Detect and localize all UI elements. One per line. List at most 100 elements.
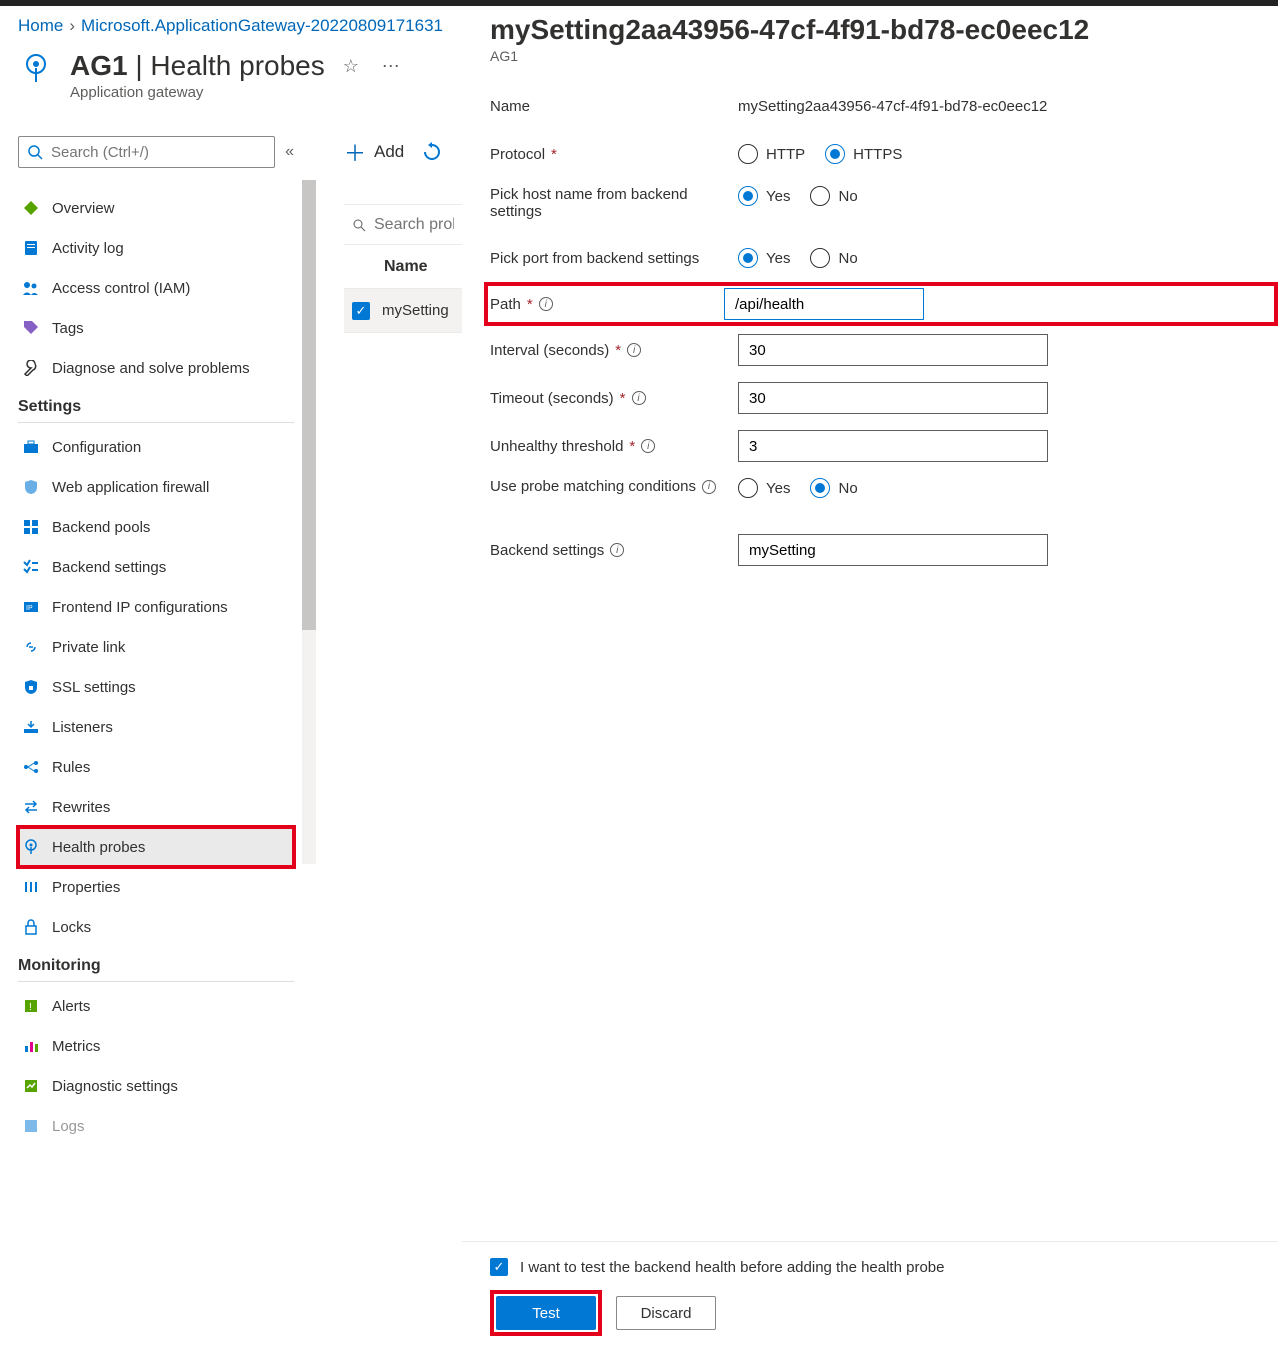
- sidebar-item-label: Configuration: [52, 439, 141, 456]
- sidebar-item-label: Locks: [52, 919, 91, 936]
- sidebar-item-label: Diagnose and solve problems: [52, 360, 250, 377]
- input-interval[interactable]: [738, 334, 1048, 366]
- input-timeout[interactable]: [738, 382, 1048, 414]
- sidebar-item-backend-pools[interactable]: Backend pools: [18, 507, 294, 547]
- label-backend: Backend settings i: [490, 542, 730, 559]
- chart-icon: [22, 1037, 40, 1055]
- sidebar-item-configuration[interactable]: Configuration: [18, 427, 294, 467]
- sidebar-item-overview[interactable]: Overview: [18, 188, 294, 228]
- more-button[interactable]: ⋯: [377, 52, 405, 80]
- radio-pickhost-no[interactable]: No: [810, 186, 857, 206]
- sidebar-item-frontend-ip[interactable]: IP Frontend IP configurations: [18, 587, 294, 627]
- panel-footer: ✓ I want to test the backend health befo…: [462, 1241, 1278, 1356]
- label-interval: Interval (seconds) * i: [490, 342, 730, 359]
- sidebar-item-health-probes[interactable]: Health probes: [18, 827, 294, 867]
- info-icon[interactable]: i: [641, 439, 655, 453]
- sidebar-item-ssl[interactable]: SSL settings: [18, 667, 294, 707]
- select-backend[interactable]: [738, 534, 1048, 566]
- logs-icon: [22, 1117, 40, 1135]
- sidebar-item-waf[interactable]: Web application firewall: [18, 467, 294, 507]
- sidebar-item-locks[interactable]: Locks: [18, 907, 294, 947]
- sidebar-item-properties[interactable]: Properties: [18, 867, 294, 907]
- link-icon: [22, 638, 40, 656]
- list-search-input[interactable]: [374, 216, 454, 234]
- favorite-button[interactable]: ☆: [337, 52, 365, 80]
- sidebar: « Overview Activity log Access control (…: [0, 120, 308, 1356]
- sidebar-item-label: SSL settings: [52, 679, 136, 696]
- list-header-name[interactable]: Name: [344, 245, 464, 289]
- info-icon[interactable]: i: [702, 480, 716, 494]
- input-unhealthy[interactable]: [738, 430, 1048, 462]
- sidebar-search[interactable]: [18, 136, 275, 168]
- sidebar-item-diagnostic[interactable]: Diagnostic settings: [18, 1066, 294, 1106]
- list-search[interactable]: [344, 205, 464, 245]
- add-button[interactable]: ＋ Add: [344, 136, 404, 168]
- ip-icon: IP: [22, 598, 40, 616]
- sidebar-item-label: Backend pools: [52, 519, 150, 536]
- sidebar-item-access-control[interactable]: Access control (IAM): [18, 268, 294, 308]
- sidebar-item-alerts[interactable]: ! Alerts: [18, 986, 294, 1026]
- sidebar-item-logs[interactable]: Logs: [18, 1106, 294, 1146]
- sidebar-item-metrics[interactable]: Metrics: [18, 1026, 294, 1066]
- sidebar-item-private-link[interactable]: Private link: [18, 627, 294, 667]
- test-checkbox[interactable]: ✓: [490, 1258, 508, 1276]
- pools-icon: [22, 518, 40, 536]
- flow-icon: [22, 758, 40, 776]
- radio-http[interactable]: HTTP: [738, 144, 805, 164]
- sidebar-item-tags[interactable]: Tags: [18, 308, 294, 348]
- breadcrumb-resource[interactable]: Microsoft.ApplicationGateway-20220809171…: [81, 16, 443, 36]
- sidebar-item-label: Web application firewall: [52, 479, 209, 496]
- sidebar-search-input[interactable]: [51, 144, 266, 161]
- sidebar-item-label: Alerts: [52, 998, 90, 1015]
- list-row[interactable]: ✓ mySetting: [344, 289, 464, 333]
- shield-icon: [22, 478, 40, 496]
- search-icon: [27, 144, 43, 160]
- discard-button[interactable]: Discard: [616, 1296, 716, 1330]
- add-label: Add: [374, 142, 404, 162]
- alert-icon: !: [22, 997, 40, 1015]
- label-pick-port: Pick port from backend settings: [490, 250, 730, 267]
- row-checkbox[interactable]: ✓: [352, 302, 370, 320]
- sidebar-item-label: Tags: [52, 320, 84, 337]
- sidebar-item-diagnose[interactable]: Diagnose and solve problems: [18, 348, 294, 388]
- test-button[interactable]: Test: [496, 1296, 596, 1330]
- label-protocol: Protocol *: [490, 146, 730, 163]
- input-path[interactable]: [724, 288, 924, 320]
- page-subtitle: Application gateway: [70, 84, 405, 101]
- radio-match-no[interactable]: No: [810, 478, 857, 498]
- radio-pickport-yes[interactable]: Yes: [738, 248, 790, 268]
- shield-lock-icon: [22, 678, 40, 696]
- sidebar-item-listeners[interactable]: Listeners: [18, 707, 294, 747]
- sidebar-item-label: Logs: [52, 1118, 85, 1135]
- properties-icon: [22, 878, 40, 896]
- collapse-sidebar-button[interactable]: «: [285, 143, 294, 161]
- info-icon[interactable]: i: [539, 297, 553, 311]
- page-title: AG1 | Health probes: [70, 50, 325, 82]
- radio-https[interactable]: HTTPS: [825, 144, 902, 164]
- radio-pickhost-yes[interactable]: Yes: [738, 186, 790, 206]
- sidebar-item-activity-log[interactable]: Activity log: [18, 228, 294, 268]
- sidebar-item-backend-settings[interactable]: Backend settings: [18, 547, 294, 587]
- sidebar-item-label: Frontend IP configurations: [52, 599, 228, 616]
- row-name: mySetting: [382, 302, 449, 319]
- sidebar-item-label: Diagnostic settings: [52, 1078, 178, 1095]
- radio-pickport-no[interactable]: No: [810, 248, 857, 268]
- info-icon[interactable]: i: [632, 391, 646, 405]
- chevron-right-icon: ›: [69, 16, 75, 36]
- swap-icon: [22, 798, 40, 816]
- info-icon[interactable]: i: [627, 343, 641, 357]
- info-icon[interactable]: i: [610, 543, 624, 557]
- sidebar-item-rules[interactable]: Rules: [18, 747, 294, 787]
- label-usematch: Use probe matching conditions i: [490, 478, 730, 495]
- sidebar-item-rewrites[interactable]: Rewrites: [18, 787, 294, 827]
- radio-match-yes[interactable]: Yes: [738, 478, 790, 498]
- refresh-button[interactable]: [422, 142, 442, 162]
- label-unhealthy: Unhealthy threshold * i: [490, 438, 730, 455]
- diagnostic-icon: [22, 1077, 40, 1095]
- inbound-icon: [22, 718, 40, 736]
- test-checkbox-label: I want to test the backend health before…: [520, 1259, 944, 1276]
- breadcrumb-home[interactable]: Home: [18, 16, 63, 36]
- plus-icon: ＋: [344, 136, 366, 168]
- sidebar-item-label: Rules: [52, 759, 90, 776]
- label-pick-host: Pick host name from backend settings: [490, 186, 730, 220]
